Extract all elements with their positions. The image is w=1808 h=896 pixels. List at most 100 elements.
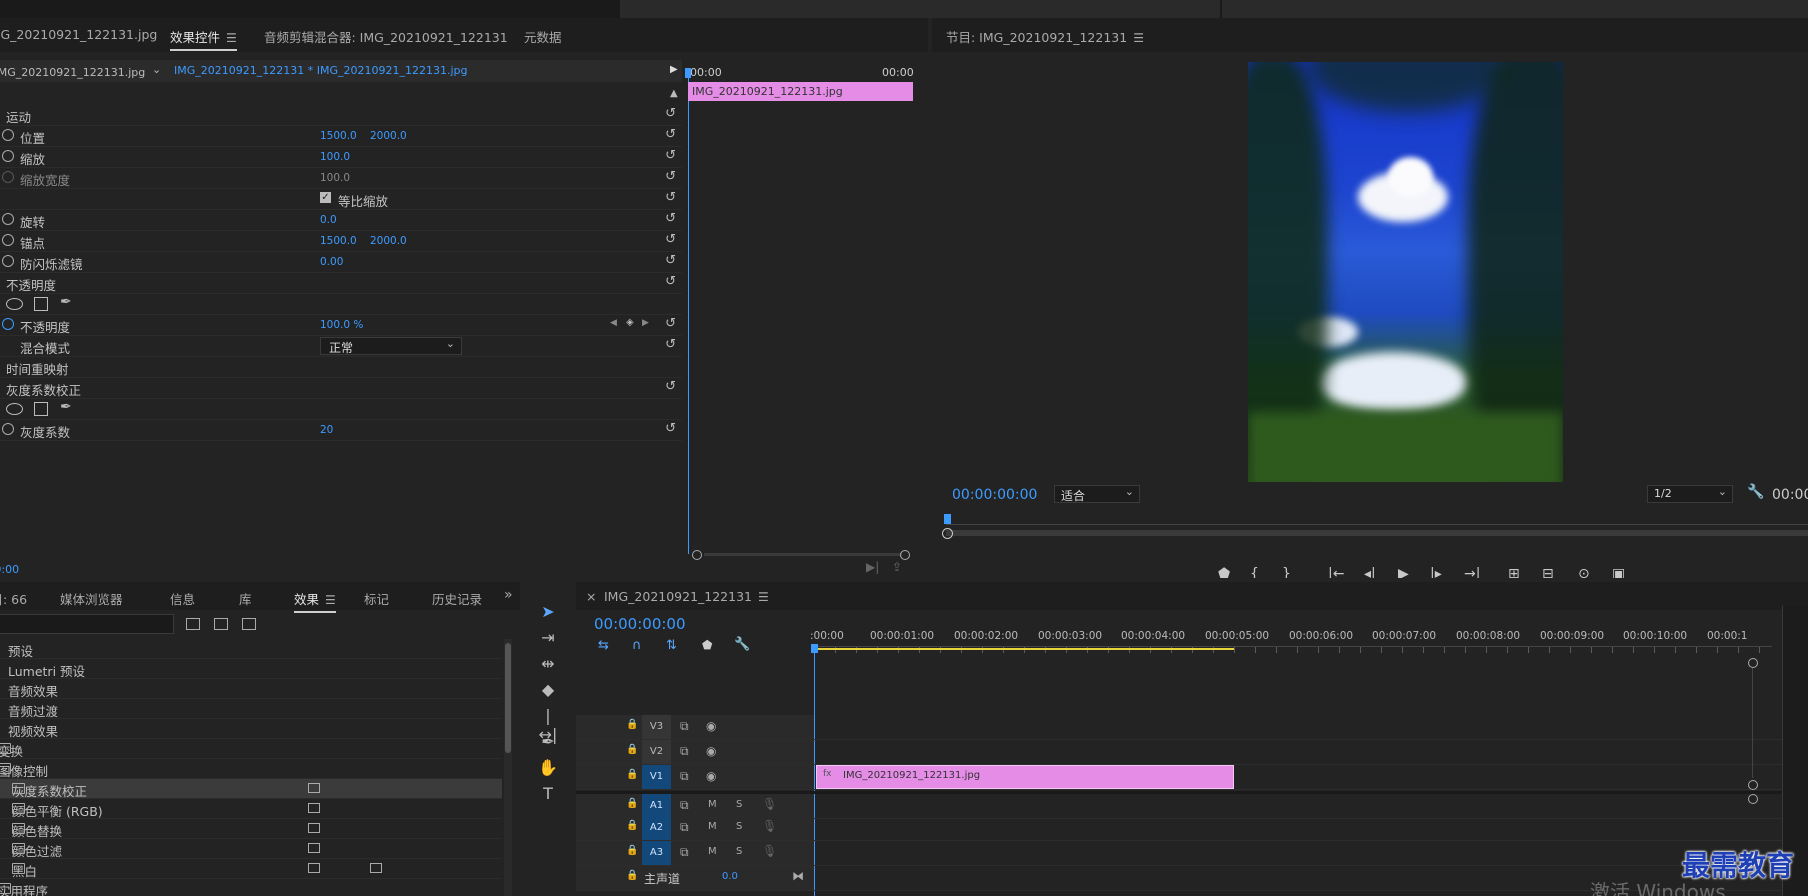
track-target-a2[interactable]: A2 [642, 816, 671, 840]
selection-tool-icon[interactable]: ➤ [536, 602, 560, 621]
video-scroll-top[interactable] [1748, 658, 1758, 668]
eye-icon[interactable]: ◉ [706, 744, 716, 758]
clip-selector[interactable]: IMG_20210921_122131 * IMG_20210921_12213… [174, 64, 468, 77]
lift-icon[interactable]: ⊞ [1508, 566, 1520, 578]
play-only-icon[interactable]: ▶ [670, 64, 678, 75]
lock-icon[interactable]: 🔒 [626, 870, 638, 881]
rectangle-mask-icon[interactable] [34, 402, 48, 416]
resolution-select[interactable]: 1/2 ⌄ [1647, 485, 1733, 503]
effects-list-item[interactable]: 颜色过滤 [0, 839, 502, 859]
audio-scroll-top[interactable] [1748, 794, 1758, 804]
tab-source[interactable]: IMG_20210921_122131.jpg [0, 27, 157, 42]
effects-list-item[interactable]: Lumetri 预设 [0, 659, 502, 679]
reset-icon[interactable]: ↺ [665, 148, 676, 163]
stopwatch-icon[interactable] [2, 423, 14, 435]
export-frame-camera-icon[interactable]: ⊙ [1578, 566, 1590, 578]
sync-lock-icon[interactable]: ⧉ [680, 769, 689, 784]
sync-lock-icon[interactable]: ⧉ [680, 719, 689, 734]
reset-icon[interactable]: ↺ [665, 127, 676, 142]
effects-list-item[interactable]: 预设 [0, 639, 502, 659]
stopwatch-icon[interactable] [2, 255, 14, 267]
zoom-scrollbar[interactable] [692, 550, 910, 560]
sync-lock-icon[interactable]: ⧉ [680, 744, 689, 759]
effect-controls-timecode[interactable]: 00:00:00:00 [0, 563, 19, 576]
linked-selection-icon[interactable]: ⇅ [666, 638, 677, 653]
tab-metadata[interactable]: 元数据 [524, 27, 562, 46]
sequence-tab[interactable]: IMG_20210921_122131 ☰ [604, 589, 769, 604]
reset-icon[interactable]: ↺ [665, 211, 676, 226]
program-playhead[interactable] [944, 514, 951, 524]
track-target-a3[interactable]: A3 [642, 841, 671, 865]
prev-keyframe-icon[interactable]: ◀ [610, 318, 617, 328]
eye-icon[interactable]: ◉ [706, 719, 716, 733]
tab-markers[interactable]: 标记 [364, 589, 389, 608]
effects-list-item[interactable]: 音频效果 [0, 679, 502, 699]
opacity-value[interactable]: 100.0 % [320, 319, 363, 331]
pen-mask-icon[interactable]: ✒ [60, 294, 72, 310]
mute-button[interactable]: M [708, 846, 717, 857]
play-icon[interactable]: ▶ [1398, 566, 1409, 578]
sync-lock-icon[interactable]: ⧉ [680, 820, 689, 835]
lock-icon[interactable]: 🔒 [626, 769, 638, 780]
gamma-value[interactable]: 20 [320, 424, 333, 436]
panel-menu-icon[interactable]: ☰ [1133, 31, 1144, 45]
pen-tool-icon[interactable]: ✒ [536, 732, 560, 751]
anchor-x[interactable]: 1500.0 [320, 235, 357, 247]
effects-search-input[interactable] [0, 614, 174, 634]
effects-list-item[interactable]: 音频过渡 [0, 699, 502, 719]
mute-button[interactable]: M [708, 799, 717, 810]
program-scrub-bar[interactable] [942, 514, 1808, 540]
ellipse-mask-icon[interactable] [6, 298, 23, 310]
reset-icon[interactable]: ↺ [665, 232, 676, 247]
export-frame-icon[interactable]: ▶| [866, 560, 879, 574]
add-marker-icon[interactable]: ⬟ [702, 638, 712, 652]
stopwatch-icon[interactable] [2, 234, 14, 246]
reset-icon[interactable]: ↺ [665, 274, 676, 289]
solo-button[interactable]: S [736, 821, 742, 832]
program-timecode[interactable]: 00:00:00:00 [952, 487, 1037, 503]
mark-in-icon[interactable]: { [1250, 566, 1259, 578]
wrench-icon[interactable]: 🔧 [1747, 484, 1764, 500]
track-select-tool-icon[interactable]: ⇥ [536, 628, 560, 647]
extract-icon[interactable]: ⊟ [1542, 566, 1554, 578]
tab-library[interactable]: 库 [239, 589, 252, 608]
clip-bar[interactable]: IMG_20210921_122131.jpg [688, 82, 913, 101]
effects-list-item[interactable]: 实用程序 [0, 879, 502, 896]
clip-selector-chevron-icon[interactable]: ⌄ [152, 63, 161, 76]
playhead-handle[interactable] [685, 68, 691, 78]
tab-history[interactable]: 历史记录 [432, 589, 484, 608]
tab-effects[interactable]: 效果 ☰ [294, 589, 336, 613]
more-tabs-icon[interactable]: » [504, 587, 513, 603]
accelerated-effects-icon[interactable] [186, 618, 200, 630]
reset-icon[interactable]: ↺ [665, 316, 676, 331]
mute-button[interactable]: M [708, 821, 717, 832]
tab-effect-controls[interactable]: 效果控件 ☰ [170, 27, 237, 51]
reset-icon[interactable]: ↺ [665, 421, 676, 436]
go-to-in-icon[interactable]: |← [1328, 566, 1344, 578]
lock-icon[interactable]: 🔒 [626, 719, 638, 730]
next-keyframe-icon[interactable]: ▶ [642, 318, 649, 328]
reset-icon[interactable]: ↺ [665, 337, 676, 352]
reset-icon[interactable]: ↺ [665, 253, 676, 268]
tab-audio-clip-mixer[interactable]: 音频剪辑混合器: IMG_20210921_122131 [264, 27, 508, 46]
stopwatch-icon[interactable] [2, 213, 14, 225]
work-area-bar[interactable] [814, 648, 1234, 650]
step-back-icon[interactable]: ◂| [1364, 566, 1376, 578]
fit-select[interactable]: 适合 ⌄ [1054, 485, 1140, 503]
microphone-icon[interactable]: 🎙 [762, 844, 777, 858]
comparison-view-icon[interactable]: ▣ [1612, 566, 1625, 578]
effects-list-item[interactable]: 变换 [0, 739, 502, 759]
microphone-icon[interactable]: 🎙 [762, 797, 777, 811]
timeline-ruler[interactable]: :00:00 00:00:01:00 00:00:02:00 00:00:03:… [810, 624, 1794, 653]
program-title[interactable]: 节目: IMG_20210921_122131 ☰ [946, 27, 1144, 46]
sync-lock-icon[interactable]: ⧉ [680, 798, 689, 813]
add-marker-icon[interactable]: ⬟ [1218, 566, 1230, 578]
snap-icon[interactable]: ∩ [632, 638, 642, 653]
go-to-out-icon[interactable]: →| [1464, 566, 1480, 578]
playhead[interactable] [688, 72, 689, 554]
razor-tool-icon[interactable]: ◆ [536, 680, 560, 699]
lock-icon[interactable]: 🔒 [626, 744, 638, 755]
scale-value[interactable]: 100.0 [320, 151, 350, 163]
ellipse-mask-icon[interactable] [6, 403, 23, 415]
add-keyframe-icon[interactable]: ◈ [626, 317, 634, 328]
